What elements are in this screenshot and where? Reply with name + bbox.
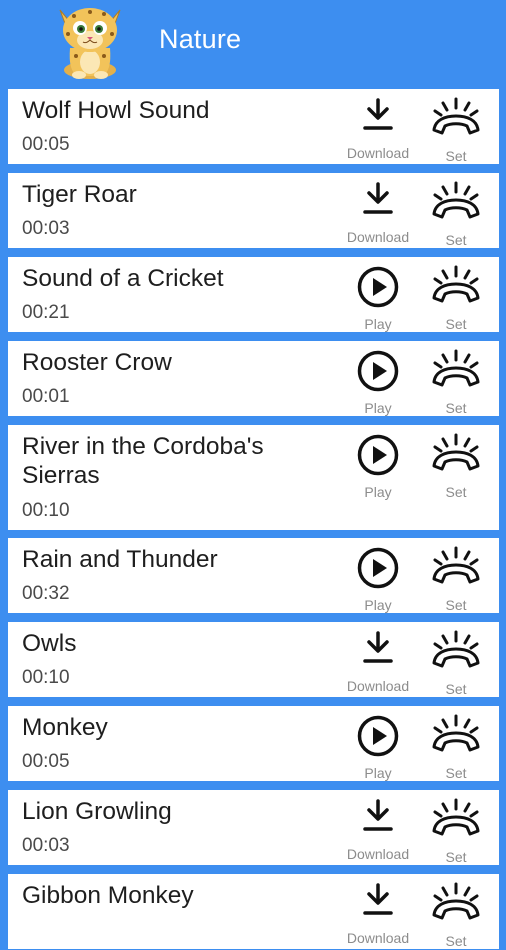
download-button[interactable]: Download bbox=[339, 794, 417, 866]
set-ringtone-button[interactable]: Set bbox=[417, 878, 495, 950]
sound-name: Rain and Thunder bbox=[22, 546, 218, 573]
play-label: Play bbox=[364, 765, 392, 781]
set-label: Set bbox=[445, 765, 467, 781]
play-button[interactable]: Play bbox=[339, 710, 417, 782]
set-ringtone-button[interactable]: Set bbox=[417, 261, 495, 333]
sound-name: Monkey bbox=[22, 714, 108, 741]
play-button[interactable]: Play bbox=[339, 261, 417, 333]
sound-name: Rooster Crow bbox=[22, 349, 172, 376]
sound-duration: 00:05 bbox=[22, 134, 70, 155]
sound-row[interactable]: Rooster Crow 00:01 Play Set bbox=[8, 341, 499, 416]
sound-row[interactable]: Lion Growling 00:03 Download Set bbox=[8, 790, 499, 865]
sound-name: Lion Growling bbox=[22, 798, 172, 825]
play-button[interactable]: Play bbox=[339, 429, 417, 501]
sound-name: Wolf Howl Sound bbox=[22, 97, 210, 124]
set-ringtone-button[interactable]: Set bbox=[417, 794, 495, 866]
sound-duration: 00:05 bbox=[22, 751, 70, 772]
sound-row[interactable]: River in the Cordoba's Sierras 00:10 Play S… bbox=[8, 425, 499, 530]
download-button[interactable]: Download bbox=[339, 177, 417, 249]
set-label: Set bbox=[445, 849, 467, 865]
set-ringtone-button[interactable]: Set bbox=[417, 177, 495, 249]
sound-name: Gibbon Monkey bbox=[22, 882, 194, 909]
sound-duration: 00:03 bbox=[22, 835, 70, 856]
play-button[interactable]: Play bbox=[339, 345, 417, 417]
set-label: Set bbox=[445, 933, 467, 949]
sound-row[interactable]: Gibbon Monkey Download Set bbox=[8, 874, 499, 949]
page-title: Nature bbox=[159, 24, 242, 54]
play-label: Play bbox=[364, 597, 392, 613]
set-ringtone-button[interactable]: Set bbox=[417, 626, 495, 698]
set-ringtone-button[interactable]: Set bbox=[417, 429, 495, 501]
sound-row[interactable]: Owls 00:10 Download Set bbox=[8, 622, 499, 697]
play-label: Play bbox=[364, 316, 392, 332]
play-button[interactable]: Play bbox=[339, 542, 417, 614]
set-ringtone-button[interactable]: Set bbox=[417, 710, 495, 782]
download-button[interactable]: Download bbox=[339, 626, 417, 698]
app-header: Nature bbox=[0, 0, 506, 84]
set-ringtone-button[interactable]: Set bbox=[417, 345, 495, 417]
download-label: Download bbox=[346, 846, 410, 862]
set-label: Set bbox=[445, 316, 467, 332]
sound-name: Tiger Roar bbox=[22, 181, 137, 208]
sound-duration: 00:01 bbox=[22, 386, 70, 407]
set-ringtone-button[interactable]: Set bbox=[417, 93, 495, 165]
download-label: Download bbox=[346, 145, 410, 161]
set-label: Set bbox=[445, 484, 467, 500]
set-label: Set bbox=[445, 148, 467, 164]
download-label: Download bbox=[346, 678, 410, 694]
sound-duration: 00:10 bbox=[22, 500, 70, 521]
sound-row[interactable]: Rain and Thunder 00:32 Play Set bbox=[8, 538, 499, 613]
play-label: Play bbox=[364, 400, 392, 416]
leopard-cub-logo bbox=[46, 0, 132, 82]
set-label: Set bbox=[445, 232, 467, 248]
sound-row[interactable]: Wolf Howl Sound 00:05 Download Set bbox=[8, 89, 499, 164]
set-label: Set bbox=[445, 597, 467, 613]
download-button[interactable]: Download bbox=[339, 878, 417, 950]
sound-row[interactable]: Tiger Roar 00:03 Download Set bbox=[8, 173, 499, 248]
download-label: Download bbox=[346, 930, 410, 946]
sound-name: River in the Cordoba's Sierras bbox=[22, 433, 264, 489]
sound-duration: 00:10 bbox=[22, 667, 70, 688]
sound-duration: 00:03 bbox=[22, 218, 70, 239]
sound-row[interactable]: Sound of a Cricket 00:21 Play Set bbox=[8, 257, 499, 332]
sound-duration: 00:21 bbox=[22, 302, 70, 323]
download-label: Download bbox=[346, 229, 410, 245]
sound-name: Owls bbox=[22, 630, 77, 657]
sound-row[interactable]: Monkey 00:05 Play Set bbox=[8, 706, 499, 781]
set-ringtone-button[interactable]: Set bbox=[417, 542, 495, 614]
set-label: Set bbox=[445, 681, 467, 697]
play-label: Play bbox=[364, 484, 392, 500]
sound-name: Sound of a Cricket bbox=[22, 265, 224, 292]
sound-duration: 00:32 bbox=[22, 583, 70, 604]
set-label: Set bbox=[445, 400, 467, 416]
download-button[interactable]: Download bbox=[339, 93, 417, 165]
